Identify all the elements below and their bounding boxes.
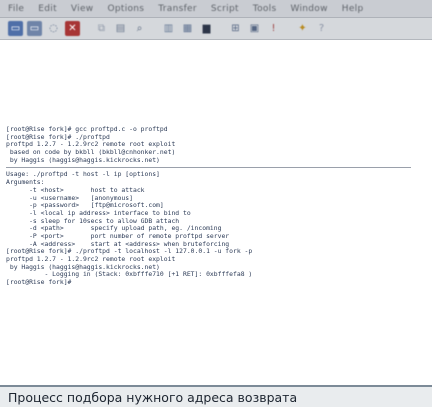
settings-icon[interactable]: ▆ (199, 21, 214, 36)
terminal-line: proftpd 1.2.7 - 1.2.9rc2 remote root exp… (6, 141, 176, 149)
sftp-icon[interactable]: ▦ (180, 21, 195, 36)
terminal-output[interactable]: [root@Rise fork]# gcc proftpd.c -o proft… (0, 40, 432, 385)
terminal-line: [root@Rise fork]# ./proftpd (6, 133, 110, 141)
terminal-line: -s sleep for 10secs to allow GDB attach (6, 217, 180, 225)
terminal-line: based on code by bkbll (bkbll@cnhonker.n… (6, 149, 176, 157)
paste-icon[interactable]: ▤ (113, 21, 128, 36)
copy-icon[interactable]: ⧉ (94, 21, 109, 36)
reconnect-icon[interactable]: ▭ (27, 21, 42, 36)
print-icon[interactable]: ▥ (161, 21, 176, 36)
menu-window[interactable]: Window (290, 4, 327, 14)
terminal-line: [root@Rise fork]# gcc proftpd.c -o proft… (6, 126, 168, 133)
menu-edit[interactable]: Edit (38, 4, 57, 14)
about-icon[interactable]: ✦ (295, 21, 310, 36)
terminal-block-top: [root@Rise fork]# gcc proftpd.c -o proft… (6, 126, 432, 164)
connect-icon[interactable]: ▭ (8, 21, 23, 36)
terminal-blank-area (6, 40, 432, 126)
terminal-line: -l <local ip address> interface to bind … (6, 209, 191, 217)
menu-help[interactable]: Help (342, 4, 364, 14)
menu-bar: File Edit View Options Transfer Script T… (0, 0, 432, 18)
terminal-line: -u <username> [anonymous] (6, 194, 133, 202)
toolbar: ▭ ▭ ◌ ✕ ⧉ ▤ ⌕ ▥ ▦ ▆ ⊞ ▣ ! ✦ ? (0, 18, 432, 40)
terminal-window: File Edit View Options Transfer Script T… (0, 0, 432, 385)
terminal-line: -t <host> host to attack (6, 186, 145, 194)
help-icon[interactable]: ! (266, 21, 281, 36)
menu-tools[interactable]: Tools (253, 4, 277, 14)
terminal-line: -p <password> [ftp@microsoft.com] (6, 202, 164, 210)
terminal-line: -P <port> port number of remote proftpd … (6, 232, 230, 240)
quick-connect-icon[interactable]: ✕ (65, 21, 80, 36)
terminal-block-bottom: Usage: ./proftpd -t host -l ip [options]… (6, 171, 432, 286)
terminal-line: Usage: ./proftpd -t host -l ip [options] (6, 171, 160, 179)
terminal-line: Arguments: (6, 179, 45, 187)
terminal-line: by Haggis (haggis@haggis.kickrocks.net) (6, 263, 160, 271)
toolbar-separator (285, 21, 291, 36)
terminal-line: -A <address> start at <address> when bru… (6, 240, 230, 248)
menu-script[interactable]: Script (211, 4, 239, 14)
menu-file[interactable]: File (8, 4, 24, 14)
keymap-icon[interactable]: ⊞ (228, 21, 243, 36)
figure-caption: Процесс подбора нужного адреса возврата (0, 385, 432, 407)
info-icon[interactable]: ? (314, 21, 329, 36)
terminal-line: -d <path> specify upload path, eg. /inco… (6, 225, 222, 233)
terminal-line: proftpd 1.2.7 - 1.2.9rc2 remote root exp… (6, 256, 176, 263)
terminal-line: [root@Rise fork]# ./proftpd -t localhost… (6, 248, 253, 256)
terminal-line: [root@Rise fork]# (6, 279, 72, 287)
terminal-line: by Haggis (haggis@haggis.kickrocks.net) (6, 156, 160, 164)
menu-transfer[interactable]: Transfer (158, 4, 197, 14)
keyboard-icon[interactable]: ▣ (247, 21, 262, 36)
toolbar-separator (84, 21, 90, 36)
find-icon[interactable]: ⌕ (132, 21, 147, 36)
menu-view[interactable]: View (71, 4, 94, 14)
toolbar-separator (218, 21, 224, 36)
disconnect-icon[interactable]: ◌ (46, 21, 61, 36)
terminal-line: - Logging in (Stack: 0xbfffe710 [+1 RET]… (6, 271, 253, 279)
toolbar-separator (151, 21, 157, 36)
terminal-divider (6, 167, 411, 169)
menu-options[interactable]: Options (107, 4, 144, 14)
